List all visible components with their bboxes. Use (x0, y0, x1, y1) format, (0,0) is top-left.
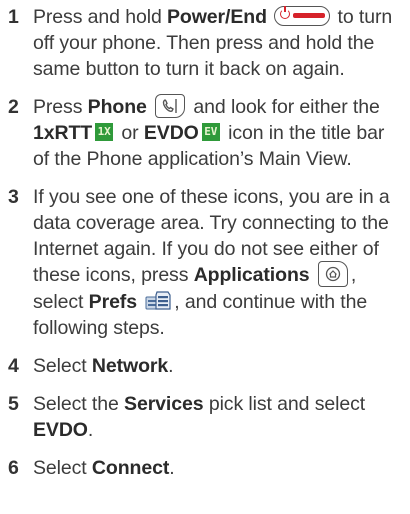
power-end-label: Power/End (167, 6, 267, 28)
instruction-steps: 1 Press and hold Power/End to turn off y… (0, 4, 410, 493)
evdo-option-label: EVDO (33, 418, 88, 441)
step-text: Select (33, 456, 92, 479)
step-number: 1 (8, 6, 19, 28)
step-text: Select (33, 354, 92, 377)
step-2: 2 Press Phone and look for either the 1x… (0, 93, 410, 172)
step-number: 6 (8, 456, 19, 479)
step-number: 4 (8, 354, 19, 377)
step-1: 1 Press and hold Power/End to turn off y… (0, 4, 410, 82)
services-label: Services (124, 392, 204, 415)
step-text: . (87, 418, 94, 441)
step-text: or (116, 122, 144, 144)
applications-label: Applications (193, 264, 310, 286)
step-text: Press and hold (33, 6, 168, 28)
1xrtt-label: 1xRTT (33, 122, 93, 144)
evdo-icon: EV (201, 122, 220, 141)
step-3: 3 If you see one of these icons, you are… (0, 184, 410, 341)
step-5: 5 Select the Services pick list and sele… (0, 391, 410, 443)
1xrtt-icon: 1X (95, 122, 114, 141)
step-text: and look for either the (188, 96, 380, 118)
step-number: 5 (8, 392, 19, 415)
phone-label: Phone (87, 96, 147, 118)
phone-button-icon (155, 93, 186, 118)
step-6: 6 Select Connect. (0, 455, 410, 481)
evdo-label: EVDO (143, 122, 199, 144)
power-end-button-icon (274, 5, 331, 26)
connect-label: Connect (91, 456, 170, 479)
step-text: pick list and select (203, 392, 366, 415)
network-label: Network (91, 354, 169, 377)
step-text: Press (33, 96, 88, 118)
step-4: 4 Select Network. (0, 353, 410, 379)
prefs-label: Prefs (88, 290, 137, 313)
step-number: 2 (8, 96, 19, 118)
step-number: 3 (8, 186, 19, 208)
step-text: . (168, 354, 174, 377)
prefs-icon (144, 289, 172, 313)
applications-button-icon (317, 260, 348, 287)
step-text: . (169, 456, 175, 479)
step-text: Select the (33, 392, 125, 415)
